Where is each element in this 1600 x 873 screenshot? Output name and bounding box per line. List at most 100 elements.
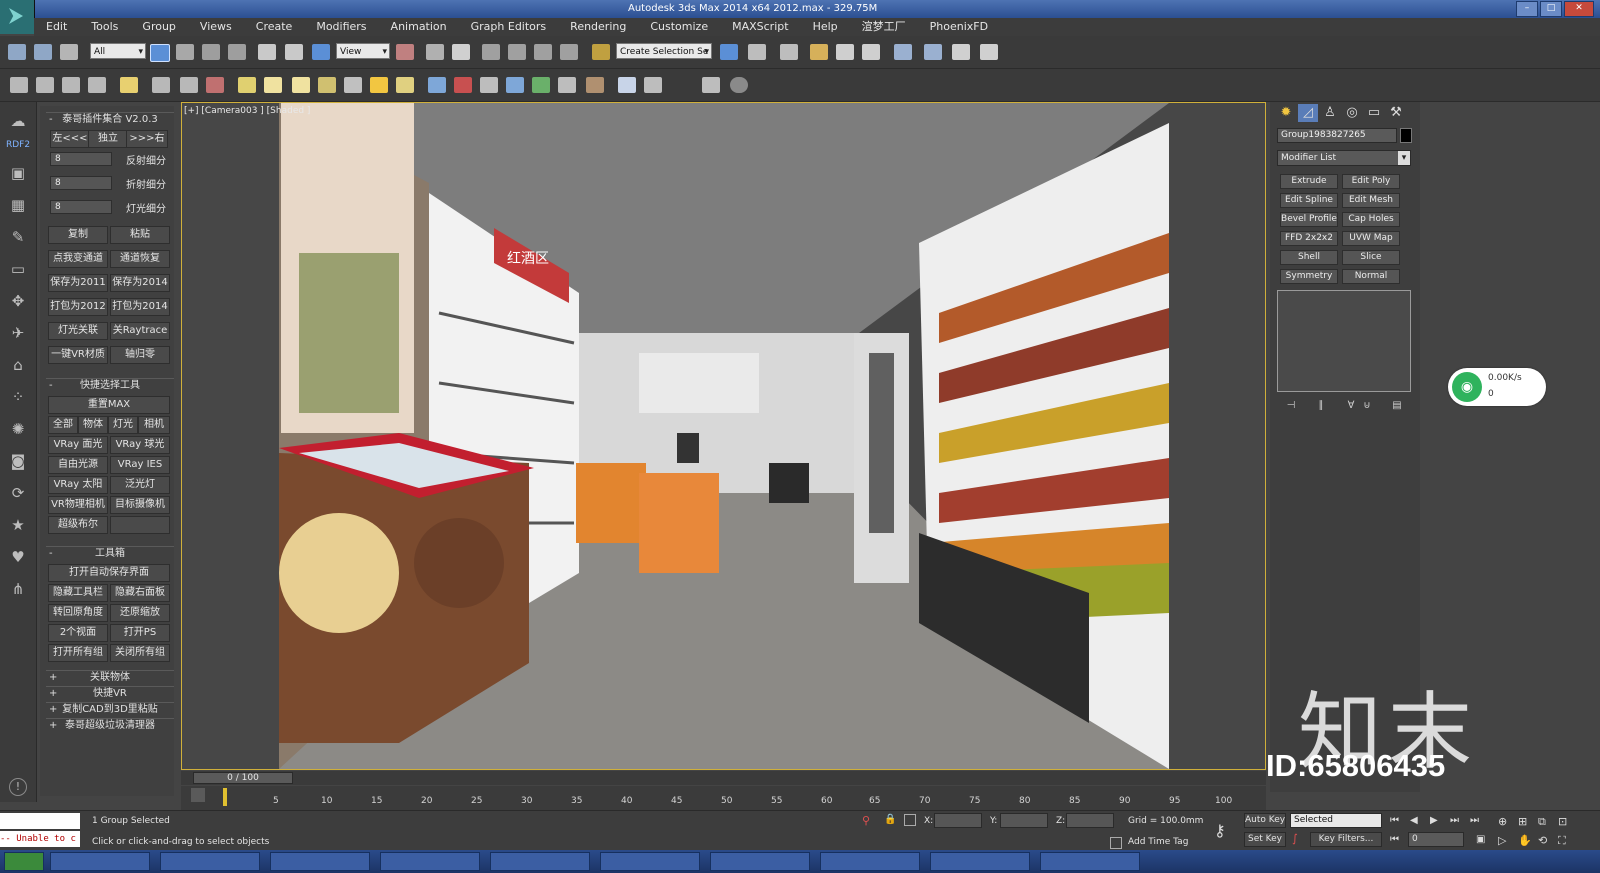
mesh-light-icon[interactable] [318, 77, 336, 93]
box-light-icon[interactable] [238, 77, 256, 93]
menu-animation[interactable]: Animation [379, 18, 459, 36]
utilities-tab-icon[interactable]: ⚒ [1386, 104, 1406, 122]
slice-button[interactable]: Slice [1342, 250, 1400, 265]
target-camera-button[interactable]: 目标摄像机 [110, 496, 170, 514]
network-speed-widget[interactable]: ◉ 0.00K/s 0 [1448, 368, 1546, 406]
play-icon[interactable]: ▶ [1430, 815, 1438, 826]
key-icon[interactable]: ⚷ [1214, 821, 1226, 840]
vray-sun-icon[interactable] [152, 77, 170, 93]
sphere-light-icon[interactable] [292, 77, 310, 93]
cap-holes-button[interactable]: Cap Holes [1342, 212, 1400, 227]
key-filters-button[interactable]: Key Filters... [1310, 832, 1382, 847]
symmetry-button[interactable]: Symmetry [1280, 269, 1338, 284]
refresh-icon[interactable]: ⟳ [9, 484, 27, 502]
info-icon[interactable]: ! [9, 778, 27, 796]
track-bar[interactable]: 5 10 15 20 25 30 35 40 45 50 55 60 65 70… [181, 786, 1266, 810]
tangent-icon[interactable]: ∫ [1292, 832, 1306, 847]
vray-camera-icon[interactable] [206, 77, 224, 93]
percent-snap-icon[interactable] [534, 44, 552, 60]
menu-help[interactable]: Help [801, 18, 850, 36]
bind-space-warp-icon[interactable] [60, 44, 78, 60]
graphite-tools-icon[interactable] [810, 44, 828, 60]
menu-modifiers[interactable]: Modifiers [304, 18, 378, 36]
hide-right-panel-button[interactable]: 隐藏右面板 [110, 584, 170, 602]
zoom-extents-all-icon[interactable]: ⊡ [1558, 815, 1567, 828]
plugin-title-rollout[interactable]: - 泰哥插件集合 V2.0.3 [46, 112, 174, 127]
sun-settings-icon[interactable]: ✺ [9, 420, 27, 438]
solo-button[interactable]: 独立 [88, 130, 128, 148]
edit-icon[interactable]: ✎ [9, 228, 27, 246]
image-icon[interactable]: ▣ [9, 164, 27, 182]
reference-coord-select[interactable]: View [336, 43, 390, 60]
minimize-button[interactable]: – [1516, 1, 1538, 17]
rect-selection-icon[interactable] [202, 44, 220, 60]
vray-sun-button[interactable]: VRay 太阳 [48, 476, 108, 494]
cad-paste-rollout[interactable]: + 复制CAD到3D里粘贴 [46, 702, 174, 717]
pack-2012-button[interactable]: 打包为2012 [48, 298, 108, 316]
bevel-profile-button[interactable]: Bevel Profile [1280, 212, 1338, 227]
menu-customize[interactable]: Customize [638, 18, 720, 36]
heart-icon[interactable]: ♥ [9, 548, 27, 566]
keyboard-shortcut-icon[interactable] [452, 44, 470, 60]
scatter-icon[interactable] [558, 77, 576, 93]
taskbar-item[interactable] [380, 852, 480, 871]
menu-tools[interactable]: Tools [79, 18, 130, 36]
plant-icon[interactable] [532, 77, 550, 93]
pin-icon[interactable]: ⚲ [862, 814, 872, 827]
taskbar-item[interactable] [160, 852, 260, 871]
y-coordinate-field[interactable] [1000, 813, 1048, 828]
camera-viewport[interactable]: 红酒区 [181, 102, 1266, 770]
uvw-map-button[interactable]: UVW Map [1342, 231, 1400, 246]
vray-sphere-light-button[interactable]: VRay 球光 [110, 436, 170, 454]
show-end-result-icon[interactable]: ∥ [1314, 400, 1328, 412]
dome-light-icon[interactable] [264, 77, 282, 93]
menu-edit[interactable]: Edit [34, 18, 79, 36]
set-key-button[interactable]: Set Key [1244, 832, 1286, 847]
taskbar-item[interactable] [1040, 852, 1140, 871]
field-of-view-icon[interactable]: ▷ [1498, 834, 1506, 847]
airplane-icon[interactable]: ✈ [9, 324, 27, 342]
cloud-icon[interactable]: ☁ [9, 112, 27, 130]
omni-light-button[interactable]: 泛光灯 [110, 476, 170, 494]
select-cameras-button[interactable]: 相机 [138, 416, 170, 434]
quick-vr-rollout[interactable]: + 快捷VR [46, 686, 174, 701]
light-subdiv-spinner[interactable]: 8 [50, 200, 112, 214]
inbox-icon[interactable]: ⌂ [9, 356, 27, 374]
pivot-icon[interactable] [396, 44, 414, 60]
close-groups-button[interactable]: 关闭所有组 [110, 644, 170, 662]
scale-icon[interactable] [312, 44, 330, 60]
vray-ies-button[interactable]: VRay IES [110, 456, 170, 474]
channel-restore-button[interactable]: 通道恢复 [110, 250, 170, 268]
shell-button[interactable]: Shell [1280, 250, 1338, 265]
named-selection-select[interactable]: Create Selection Se [616, 43, 712, 60]
select-objects-button[interactable]: 物体 [78, 416, 108, 434]
autosave-button[interactable]: 打开自动保存界面 [48, 564, 170, 582]
vray-sphere-icon[interactable] [180, 77, 198, 93]
select-lights-button[interactable]: 灯光 [108, 416, 138, 434]
copy-button[interactable]: 复制 [48, 226, 108, 244]
move-arrows-icon[interactable]: ✥ [9, 292, 27, 310]
next-frame-icon[interactable]: ⏭ [1450, 815, 1459, 826]
star-icon[interactable]: ★ [9, 516, 27, 534]
pin-stack-icon[interactable]: ⊣ [1284, 400, 1298, 412]
plane-icon[interactable] [480, 77, 498, 93]
menu-xuanmeng[interactable]: 渲梦工厂 [850, 18, 918, 36]
go-to-start-icon[interactable]: ⏮ [1390, 815, 1399, 826]
maxscript-listener-input[interactable] [0, 813, 80, 829]
share-icon[interactable]: ⋔ [9, 580, 27, 598]
maxscript-output[interactable]: -- Unable to c [0, 831, 80, 847]
zoom-all-icon[interactable]: ⊞ [1518, 815, 1527, 828]
taskbar-item[interactable] [710, 852, 810, 871]
modifier-list-select[interactable]: Modifier List [1277, 150, 1411, 166]
open-groups-button[interactable]: 打开所有组 [48, 644, 108, 662]
material-ball-icon[interactable] [586, 77, 604, 93]
garbage-cleaner-rollout[interactable]: + 泰哥超级垃圾清理器 [46, 718, 174, 733]
selection-filter-select[interactable]: All [90, 43, 146, 60]
help-icon[interactable] [730, 77, 748, 93]
vray-frame-buffer-icon[interactable] [36, 77, 54, 93]
pack-2014-button[interactable]: 打包为2014 [110, 298, 170, 316]
viewport-label[interactable]: [+] [Camera003 ] [Shaded ] [184, 106, 310, 116]
normal-button[interactable]: Normal [1342, 269, 1400, 284]
manipulate-icon[interactable] [426, 44, 444, 60]
vr-physical-camera-button[interactable]: VR物理相机 [48, 496, 108, 514]
